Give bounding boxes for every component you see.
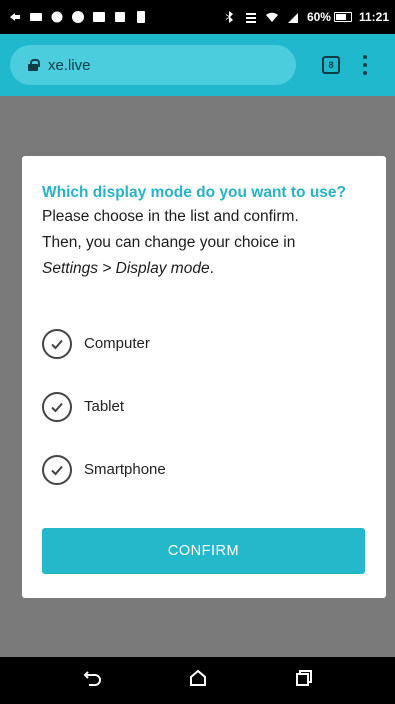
bluetooth-icon: [223, 10, 237, 24]
clock: 11:21: [358, 10, 389, 24]
browser-menu-button[interactable]: [362, 55, 368, 75]
check-circle-icon: [42, 391, 72, 422]
dialog-title: Which display mode do you want to use?: [42, 184, 346, 201]
url-text: xe.live: [48, 56, 91, 74]
signal-icon: [286, 10, 300, 24]
option-label: Tablet: [84, 398, 125, 415]
device-icon: [134, 10, 148, 24]
app-icon: [71, 10, 85, 24]
status-bar: 60% 11:21: [0, 0, 395, 34]
tab-switcher-button[interactable]: 8: [322, 56, 340, 74]
instruction-line-3: Settings > Display mode.: [42, 256, 366, 282]
recents-icon: [295, 670, 312, 686]
settings-path: Settings > Display mode: [42, 260, 210, 277]
option-computer[interactable]: Computer: [42, 312, 366, 375]
instruction-line-3-end: .: [209, 260, 214, 277]
dialog-instructions: Please choose in the list and confirm. T…: [42, 204, 366, 282]
browser-icon: [50, 10, 64, 24]
back-arrow-icon: [83, 671, 101, 686]
confirm-button[interactable]: CONFIRM: [42, 528, 365, 574]
battery-percent: 60%: [306, 10, 331, 24]
status-system: 60% 11:21: [223, 10, 389, 24]
option-label: Smartphone: [84, 461, 166, 478]
mail-icon: [29, 10, 43, 24]
android-nav-bar: [0, 657, 395, 704]
home-icon: [189, 669, 206, 686]
option-tablet[interactable]: Tablet: [42, 375, 366, 438]
display-mode-options: Computer Tablet Smartphone: [42, 312, 366, 501]
gallery-icon: [92, 10, 106, 24]
check-circle-icon: [42, 328, 72, 359]
display-mode-dialog: Which display mode do you want to use? P…: [22, 156, 386, 598]
instruction-line-2: Then, you can change your choice in: [42, 234, 296, 251]
option-smartphone[interactable]: Smartphone: [42, 438, 366, 501]
menu-dot-icon: [363, 63, 367, 67]
check-circle-icon: [42, 454, 72, 485]
nfc-icon: [244, 10, 258, 24]
back-button[interactable]: [82, 667, 104, 694]
recents-button[interactable]: [292, 667, 314, 694]
browser-toolbar: xe.live 8: [0, 34, 395, 96]
battery-icon: [333, 12, 352, 22]
screenshot-icon: [113, 10, 127, 24]
wifi-icon: [265, 10, 279, 24]
instruction-line-1: Please choose in the list and confirm.: [42, 208, 299, 225]
menu-dot-icon: [363, 55, 367, 59]
option-label: Computer: [84, 335, 150, 352]
battery-indicator: 60%: [307, 10, 352, 24]
status-notifications: [8, 10, 148, 24]
lock-icon: [28, 59, 40, 71]
home-button[interactable]: [187, 667, 209, 694]
menu-dot-icon: [363, 71, 367, 75]
url-bar[interactable]: xe.live: [10, 45, 296, 85]
back-notification-icon: [8, 10, 22, 24]
